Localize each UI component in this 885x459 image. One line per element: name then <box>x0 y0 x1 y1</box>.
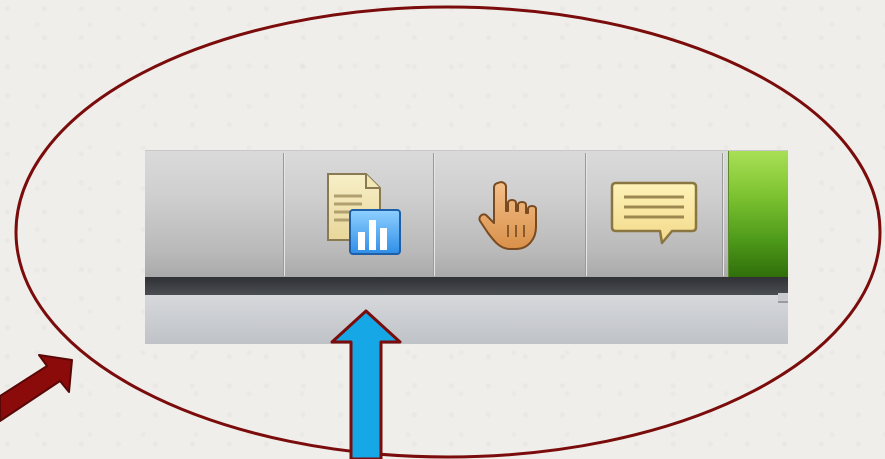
toolbar-screenshot <box>145 150 788 344</box>
comment-button[interactable] <box>586 155 722 275</box>
document-chart-icon <box>326 173 401 255</box>
accent-panel <box>728 151 788 278</box>
toolbar-button-blank[interactable] <box>145 155 283 275</box>
hand-pointer-icon <box>478 181 537 250</box>
speech-bubble-icon <box>610 181 698 245</box>
status-strip <box>145 295 788 344</box>
toolbar <box>145 150 788 278</box>
report-button[interactable] <box>284 155 433 275</box>
toolbar-separator <box>722 153 723 276</box>
toolbar-bottom-bar <box>145 277 788 295</box>
hand-tool-button[interactable] <box>434 155 585 275</box>
resize-corner <box>778 293 788 303</box>
